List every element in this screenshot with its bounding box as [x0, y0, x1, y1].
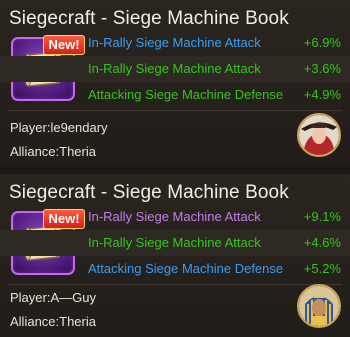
divider — [8, 284, 342, 285]
stat-name: Attacking Siege Machine Defense — [88, 87, 284, 102]
stat-row: Attacking Siege Machine Defense +4.9% — [0, 82, 350, 108]
stat-row: In-Rally Siege Machine Attack +3.6% — [0, 56, 350, 82]
stat-row: In-Rally Siege Machine Attack +6.9% — [0, 30, 350, 56]
pharaoh-portrait-icon[interactable] — [297, 284, 341, 328]
player-name: Player:le9endary — [10, 120, 108, 135]
alliance-name: Alliance:Theria — [10, 144, 96, 159]
stat-value: +5.2% — [303, 261, 341, 276]
stat-name: Attacking Siege Machine Defense — [88, 261, 284, 276]
stat-value: +4.9% — [303, 87, 341, 102]
stat-value: +3.6% — [303, 61, 341, 76]
stat-name: In-Rally Siege Machine Attack — [88, 61, 261, 76]
stat-name: In-Rally Siege Machine Attack — [88, 209, 261, 224]
alliance-name: Alliance:Theria — [10, 314, 96, 329]
stat-value: +6.9% — [303, 35, 341, 50]
card-title: Siegecraft - Siege Machine Book — [9, 182, 289, 203]
stat-name: In-Rally Siege Machine Attack — [88, 35, 261, 50]
book-card-2[interactable]: Siegecraft - Siege Machine Book New! In-… — [0, 174, 350, 337]
red-haired-woman-portrait-icon[interactable] — [297, 113, 341, 157]
stat-row: In-Rally Siege Machine Attack +9.1% — [0, 204, 350, 230]
player-name: Player:A—Guy — [10, 290, 96, 305]
book-card-1[interactable]: Siegecraft - Siege Machine Book New! In-… — [0, 0, 350, 163]
stat-value: +4.6% — [303, 235, 341, 250]
divider — [8, 110, 342, 111]
stat-row: Attacking Siege Machine Defense +5.2% — [0, 256, 350, 282]
stat-row: In-Rally Siege Machine Attack +4.6% — [0, 230, 350, 256]
stat-value: +9.1% — [303, 209, 341, 224]
stat-name: In-Rally Siege Machine Attack — [88, 235, 261, 250]
card-title: Siegecraft - Siege Machine Book — [9, 8, 289, 29]
